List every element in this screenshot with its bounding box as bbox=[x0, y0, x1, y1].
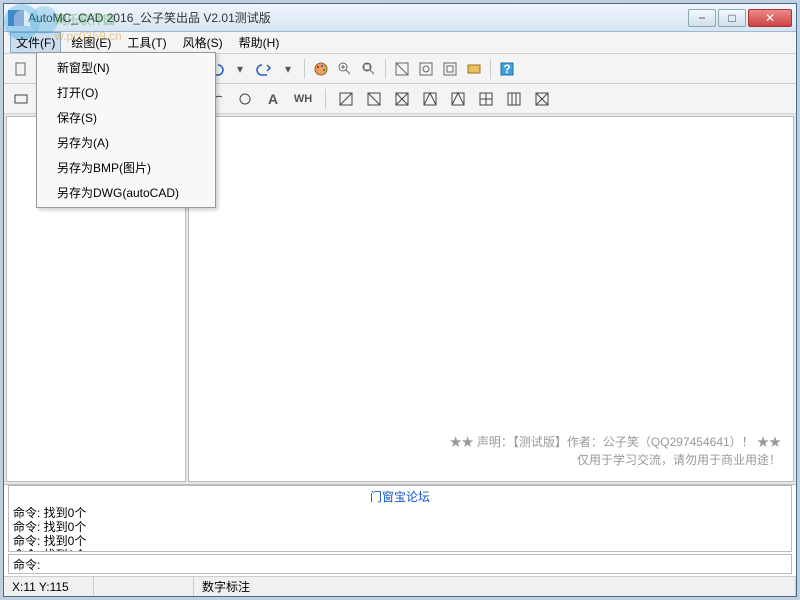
text-a-icon[interactable]: A bbox=[262, 88, 284, 110]
forum-link[interactable]: 门窗宝论坛 bbox=[13, 488, 787, 506]
menu-style[interactable]: 风格(S) bbox=[177, 32, 229, 53]
window-controls: − □ ✕ bbox=[688, 9, 792, 27]
menuitem-save-dwg[interactable]: 另存为DWG(autoCAD) bbox=[39, 180, 213, 205]
menu-file[interactable]: 文件(F) bbox=[10, 32, 61, 53]
log-line: 命令: 找到0个 bbox=[13, 548, 787, 552]
separator bbox=[490, 59, 491, 79]
pattern-4-icon[interactable] bbox=[419, 88, 441, 110]
redo-icon[interactable] bbox=[253, 58, 275, 80]
tool-icon-2[interactable] bbox=[415, 58, 437, 80]
pattern-7-icon[interactable] bbox=[503, 88, 525, 110]
pattern-8-icon[interactable] bbox=[531, 88, 553, 110]
menuitem-new-window[interactable]: 新窗型(N) bbox=[39, 55, 213, 80]
separator bbox=[325, 89, 326, 109]
menu-draw[interactable]: 绘图(E) bbox=[65, 32, 117, 53]
close-button[interactable]: ✕ bbox=[748, 9, 792, 27]
menu-tools[interactable]: 工具(T) bbox=[121, 32, 172, 53]
help-icon[interactable]: ? bbox=[496, 58, 518, 80]
file-dropdown: 新窗型(N) 打开(O) 保存(S) 另存为(A) 另存为BMP(图片) 另存为… bbox=[36, 52, 216, 208]
status-empty bbox=[94, 577, 194, 596]
palette-icon[interactable] bbox=[310, 58, 332, 80]
app-icon bbox=[8, 10, 24, 26]
tool-icon-4[interactable] bbox=[463, 58, 485, 80]
text-wh-icon[interactable]: WH bbox=[290, 88, 316, 110]
titlebar: AutoMC_CAD 2016_公子笑出品 V2.01测试版 − □ ✕ bbox=[4, 4, 796, 32]
menubar: 文件(F) 绘图(E) 工具(T) 风格(S) 帮助(H) bbox=[4, 32, 796, 54]
log-area: 门窗宝论坛 命令: 找到0个 命令: 找到0个 命令: 找到0个 命令: 找到0… bbox=[4, 484, 796, 576]
tool-icon-1[interactable] bbox=[391, 58, 413, 80]
separator bbox=[385, 59, 386, 79]
shape-rect-icon[interactable] bbox=[10, 88, 32, 110]
tool-icon-3[interactable] bbox=[439, 58, 461, 80]
shape-circle2-icon[interactable] bbox=[234, 88, 256, 110]
menuitem-save[interactable]: 保存(S) bbox=[39, 105, 213, 130]
svg-text:?: ? bbox=[503, 62, 510, 76]
separator bbox=[304, 59, 305, 79]
status-mode: 数字标注 bbox=[194, 577, 796, 596]
canvas[interactable]: ★★ 声明：【测试版】作者：公子笑（QQ297454641）！ ★★ 仅用于学习… bbox=[188, 116, 794, 482]
command-label: 命令: bbox=[9, 556, 44, 573]
pattern-6-icon[interactable] bbox=[475, 88, 497, 110]
status-xy: X:11 Y:115 bbox=[4, 577, 94, 596]
undo-dropdown-icon[interactable]: ▾ bbox=[229, 58, 251, 80]
pattern-3-icon[interactable] bbox=[391, 88, 413, 110]
pattern-2-icon[interactable] bbox=[363, 88, 385, 110]
pattern-1-icon[interactable] bbox=[335, 88, 357, 110]
pattern-5-icon[interactable] bbox=[447, 88, 469, 110]
zoom-fit-icon[interactable] bbox=[358, 58, 380, 80]
menuitem-save-as[interactable]: 另存为(A) bbox=[39, 130, 213, 155]
command-input[interactable] bbox=[44, 556, 791, 572]
statement-line1: ★★ 声明：【测试版】作者：公子笑（QQ297454641）！ ★★ bbox=[450, 433, 781, 451]
menu-help[interactable]: 帮助(H) bbox=[233, 32, 286, 53]
maximize-button[interactable]: □ bbox=[718, 9, 746, 27]
menuitem-save-bmp[interactable]: 另存为BMP(图片) bbox=[39, 155, 213, 180]
log-output[interactable]: 门窗宝论坛 命令: 找到0个 命令: 找到0个 命令: 找到0个 命令: 找到0… bbox=[8, 485, 792, 552]
new-file-icon[interactable] bbox=[10, 58, 32, 80]
log-line: 命令: 找到0个 bbox=[13, 520, 787, 534]
statement-line2: 仅用于学习交流，请勿用于商业用途！ bbox=[450, 451, 781, 469]
statement-text: ★★ 声明：【测试版】作者：公子笑（QQ297454641）！ ★★ 仅用于学习… bbox=[450, 433, 781, 469]
zoom-in-icon[interactable] bbox=[334, 58, 356, 80]
window-title: AutoMC_CAD 2016_公子笑出品 V2.01测试版 bbox=[28, 9, 688, 26]
redo-dropdown-icon[interactable]: ▾ bbox=[277, 58, 299, 80]
command-row: 命令: bbox=[8, 554, 792, 574]
log-line: 命令: 找到0个 bbox=[13, 534, 787, 548]
statusbar: X:11 Y:115 数字标注 bbox=[4, 576, 796, 596]
log-line: 命令: 找到0个 bbox=[13, 506, 787, 520]
minimize-button[interactable]: − bbox=[688, 9, 716, 27]
menuitem-open[interactable]: 打开(O) bbox=[39, 80, 213, 105]
